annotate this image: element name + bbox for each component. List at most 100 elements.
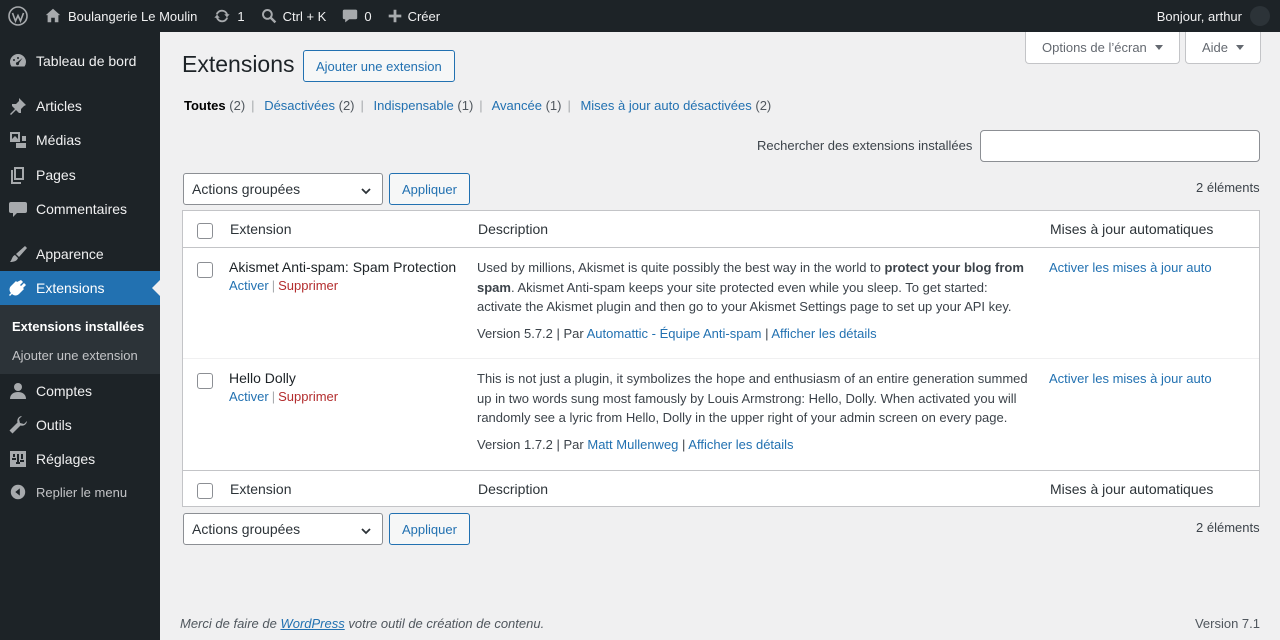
plugin-search-input[interactable] xyxy=(980,130,1260,162)
submenu-add-plugin[interactable]: Ajouter une extension xyxy=(0,341,160,370)
column-description: Description xyxy=(478,481,549,497)
current-menu-arrow xyxy=(152,280,160,296)
main-content: Options de l’écran Aide Extensions Ajout… xyxy=(160,32,1280,640)
search-shortcut-label: Ctrl + K xyxy=(282,8,327,24)
user-icon xyxy=(10,383,26,399)
updates-icon xyxy=(214,9,231,23)
plugin-description: This is not just a plugin, it symbolizes… xyxy=(477,371,1028,425)
plugin-description: Used by millions, Akismet is quite possi… xyxy=(477,260,1024,314)
new-content-link[interactable]: Créer xyxy=(380,0,449,32)
new-content-label: Créer xyxy=(407,8,441,24)
row-checkbox[interactable] xyxy=(197,373,213,389)
admin-bar: Boulangerie Le Moulin 1 Ctrl + K 0 Créer… xyxy=(0,0,1280,32)
sidebar-item-label: Tableau de bord xyxy=(36,53,137,69)
search-label: Rechercher des extensions installées xyxy=(757,138,973,153)
select-all-checkbox[interactable] xyxy=(197,223,213,239)
items-count: 2 éléments xyxy=(1196,180,1260,195)
greeting: Bonjour, arthur xyxy=(1156,8,1242,24)
plugin-meta: Version 1.7.2 | Par Matt Mullenweg | Aff… xyxy=(477,437,794,452)
add-plugin-button[interactable]: Ajouter une extension xyxy=(303,50,455,82)
plugin-status-filters: Toutes (2) | Désactivées (2) | Indispensab… xyxy=(184,98,772,113)
sidebar-item-accounts[interactable]: Comptes xyxy=(0,374,160,408)
my-account[interactable]: Bonjour, arthur xyxy=(1149,0,1280,32)
enable-auto-updates-link[interactable]: Activer les mises à jour auto xyxy=(1049,260,1212,275)
sidebar-item-label: Outils xyxy=(36,417,72,433)
media-icon xyxy=(10,132,26,148)
wordpress-logo-icon[interactable] xyxy=(0,0,36,32)
view-details-link[interactable]: Afficher les détails xyxy=(771,326,876,341)
enable-auto-updates-link[interactable]: Activer les mises à jour auto xyxy=(1049,371,1212,386)
sidebar-item-medias[interactable]: Médias xyxy=(0,123,160,157)
sidebar-item-pages[interactable]: Pages xyxy=(0,158,160,192)
by-label: Par xyxy=(563,326,584,341)
search-shortcut[interactable]: Ctrl + K xyxy=(253,0,335,32)
author-link[interactable]: Automattic - Équipe Anti-spam xyxy=(587,326,762,341)
sidebar-item-label: Extensions xyxy=(36,280,105,296)
comments-count: 0 xyxy=(364,8,372,24)
apply-bulk-button[interactable]: Appliquer xyxy=(389,173,470,205)
site-name: Boulangerie Le Moulin xyxy=(68,8,198,24)
activate-link[interactable]: Activer xyxy=(229,389,269,404)
search-icon xyxy=(261,9,276,24)
home-icon xyxy=(45,8,61,23)
sidebar-item-articles[interactable]: Articles xyxy=(0,89,160,123)
filter-count: (2) xyxy=(229,98,246,113)
caret-down-icon xyxy=(1154,45,1163,50)
filter-dropins[interactable]: Avancée xyxy=(492,98,542,113)
caret-down-icon xyxy=(1236,45,1245,50)
help-button[interactable]: Aide xyxy=(1185,32,1262,64)
filter-count: (2) xyxy=(338,98,355,113)
screen-options-button[interactable]: Options de l’écran xyxy=(1025,32,1180,64)
plugins-table: Extension Description Mises à jour autom… xyxy=(182,210,1260,507)
column-extension: Extension xyxy=(230,481,292,497)
row-actions: Activer | Supprimer xyxy=(229,278,339,293)
dashboard-icon xyxy=(10,54,26,67)
wordpress-link[interactable]: WordPress xyxy=(280,616,344,631)
footer-thankyou: Merci de faire de WordPress votre outil … xyxy=(180,616,545,631)
sidebar-item-settings[interactable]: Réglages xyxy=(0,442,160,476)
extensions-submenu: Extensions installées Ajouter une extens… xyxy=(0,305,160,374)
plugin-meta: Version 5.7.2 | Par Automattic - Équipe … xyxy=(477,326,877,341)
column-auto-updates: Mises à jour automatiques xyxy=(1050,481,1214,497)
select-all-checkbox-footer[interactable] xyxy=(197,483,213,499)
sidebar-item-comments[interactable]: Commentaires xyxy=(0,192,160,226)
row-checkbox[interactable] xyxy=(197,262,213,278)
filter-must-use[interactable]: Indispensable xyxy=(374,98,454,113)
bulk-actions-select[interactable]: Actions groupées xyxy=(183,173,383,205)
sidebar-item-label: Réglages xyxy=(36,451,96,467)
author-link[interactable]: Matt Mullenweg xyxy=(587,437,678,452)
submenu-installed-plugins[interactable]: Extensions installées xyxy=(0,312,160,341)
delete-link[interactable]: Supprimer xyxy=(278,278,338,293)
sidebar-item-appearance[interactable]: Apparence xyxy=(0,237,160,271)
delete-link[interactable]: Supprimer xyxy=(278,389,338,404)
plugin-version: Version 1.7.2 xyxy=(477,437,553,452)
apply-bulk-button-bottom[interactable]: Appliquer xyxy=(389,513,470,545)
site-name-link[interactable]: Boulangerie Le Moulin xyxy=(36,0,205,32)
filter-all[interactable]: Toutes xyxy=(184,98,226,113)
bulk-actions-select-bottom[interactable]: Actions groupées xyxy=(183,513,383,545)
filter-inactive[interactable]: Désactivées xyxy=(264,98,335,113)
comment-icon xyxy=(9,202,27,217)
plugin-name: Hello Dolly xyxy=(229,370,296,386)
admin-sidebar: Tableau de bord Articles Médias Pages Co… xyxy=(0,32,160,640)
filter-auto-update-disabled[interactable]: Mises à jour auto désactivées xyxy=(580,98,751,113)
sidebar-item-tools[interactable]: Outils xyxy=(0,408,160,442)
column-auto-updates: Mises à jour automatiques xyxy=(1050,221,1214,237)
row-actions: Activer | Supprimer xyxy=(229,389,339,404)
sidebar-item-label: Comptes xyxy=(36,383,93,399)
table-row: Akismet Anti-spam: Spam Protection Activ… xyxy=(183,248,1259,358)
settings-icon xyxy=(10,451,26,467)
table-row: Hello Dolly Activer | Supprimer This is no… xyxy=(183,358,1259,470)
sidebar-item-label: Médias xyxy=(36,132,82,148)
sidebar-item-dashboard[interactable]: Tableau de bord xyxy=(0,44,160,78)
collapse-menu-button[interactable]: Replier le menu xyxy=(0,475,160,509)
column-extension: Extension xyxy=(230,221,292,237)
comments-link[interactable]: 0 xyxy=(334,0,379,32)
screen-options-label: Options de l’écran xyxy=(1042,40,1147,55)
collapse-menu-label: Replier le menu xyxy=(36,484,128,500)
updates-link[interactable]: 1 xyxy=(205,0,252,32)
footer-version: Version 7.1 xyxy=(1194,616,1260,631)
sidebar-item-extensions[interactable]: Extensions xyxy=(0,271,160,305)
activate-link[interactable]: Activer xyxy=(229,278,269,293)
view-details-link[interactable]: Afficher les détails xyxy=(688,437,793,452)
